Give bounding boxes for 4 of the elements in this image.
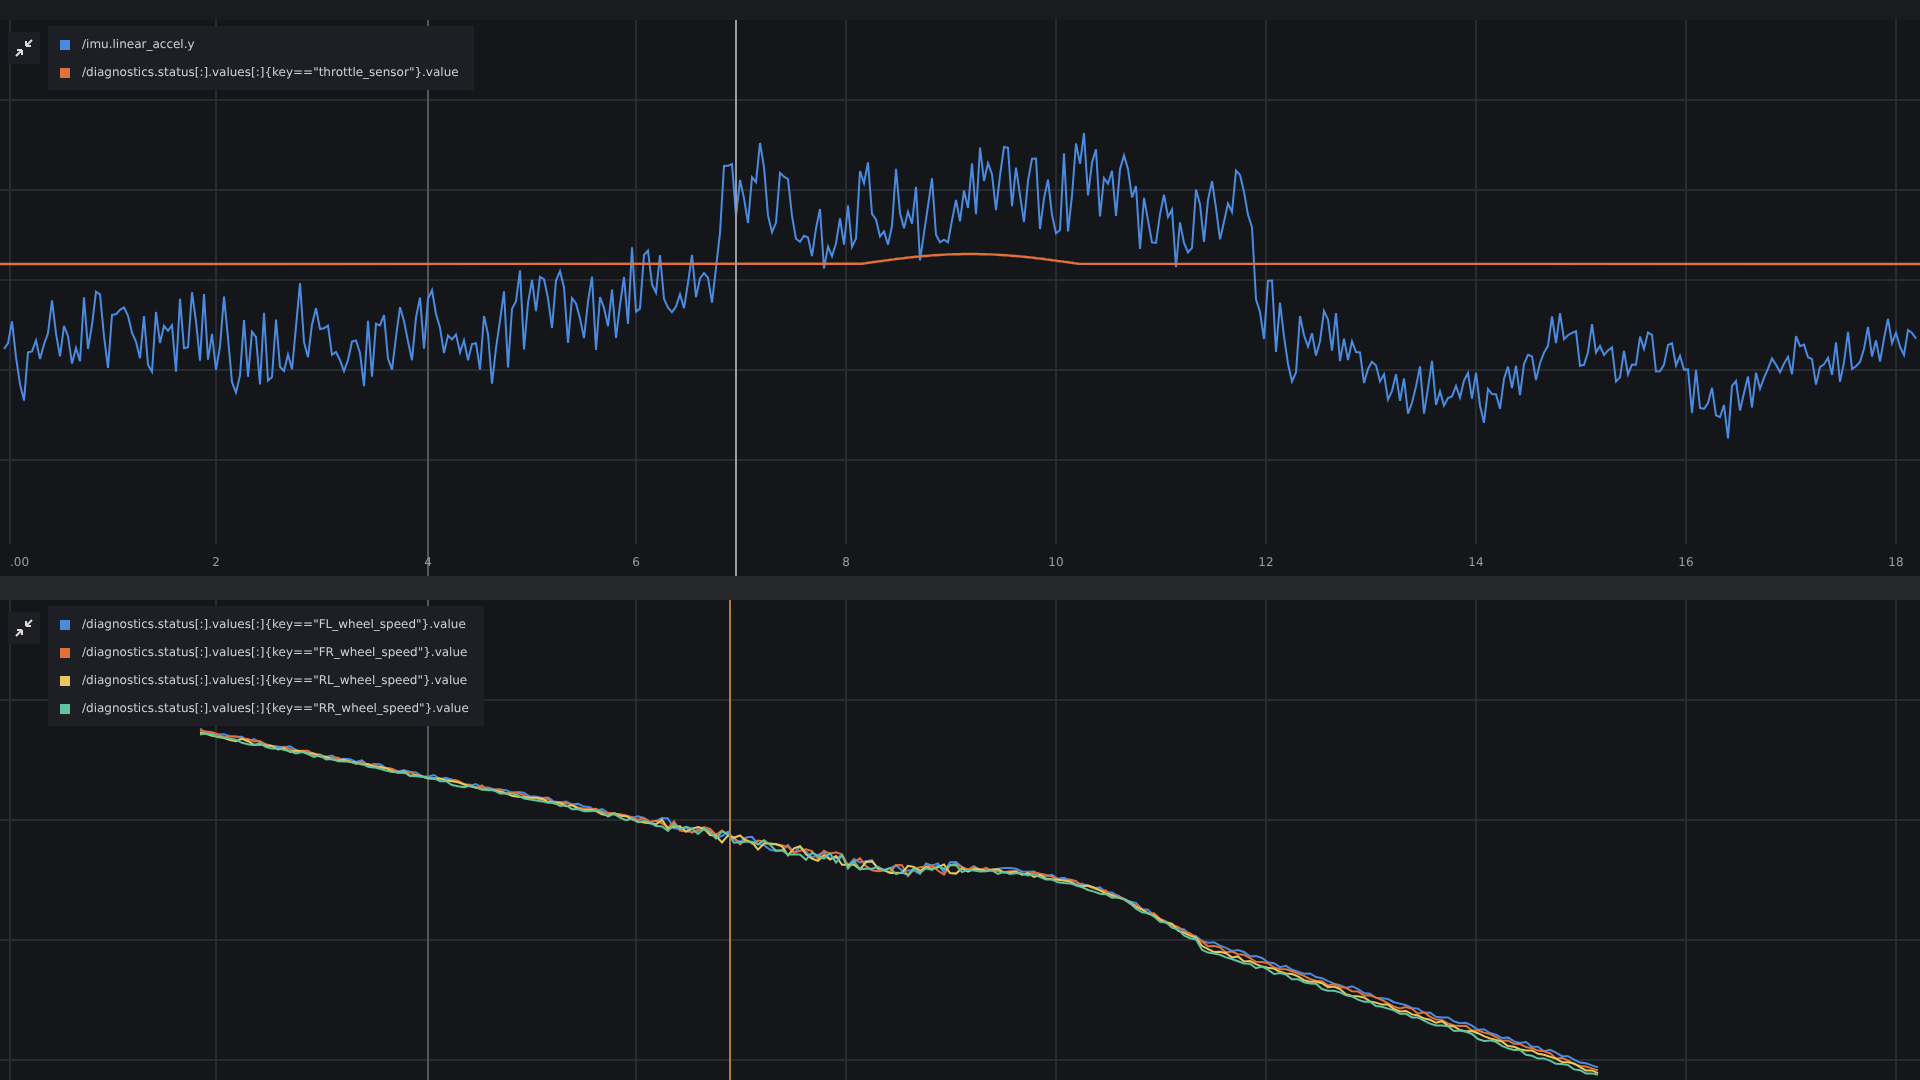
- collapse-button[interactable]: [8, 32, 40, 64]
- collapse-icon: [14, 618, 34, 638]
- collapse-icon: [14, 38, 34, 58]
- collapse-button[interactable]: [8, 612, 40, 644]
